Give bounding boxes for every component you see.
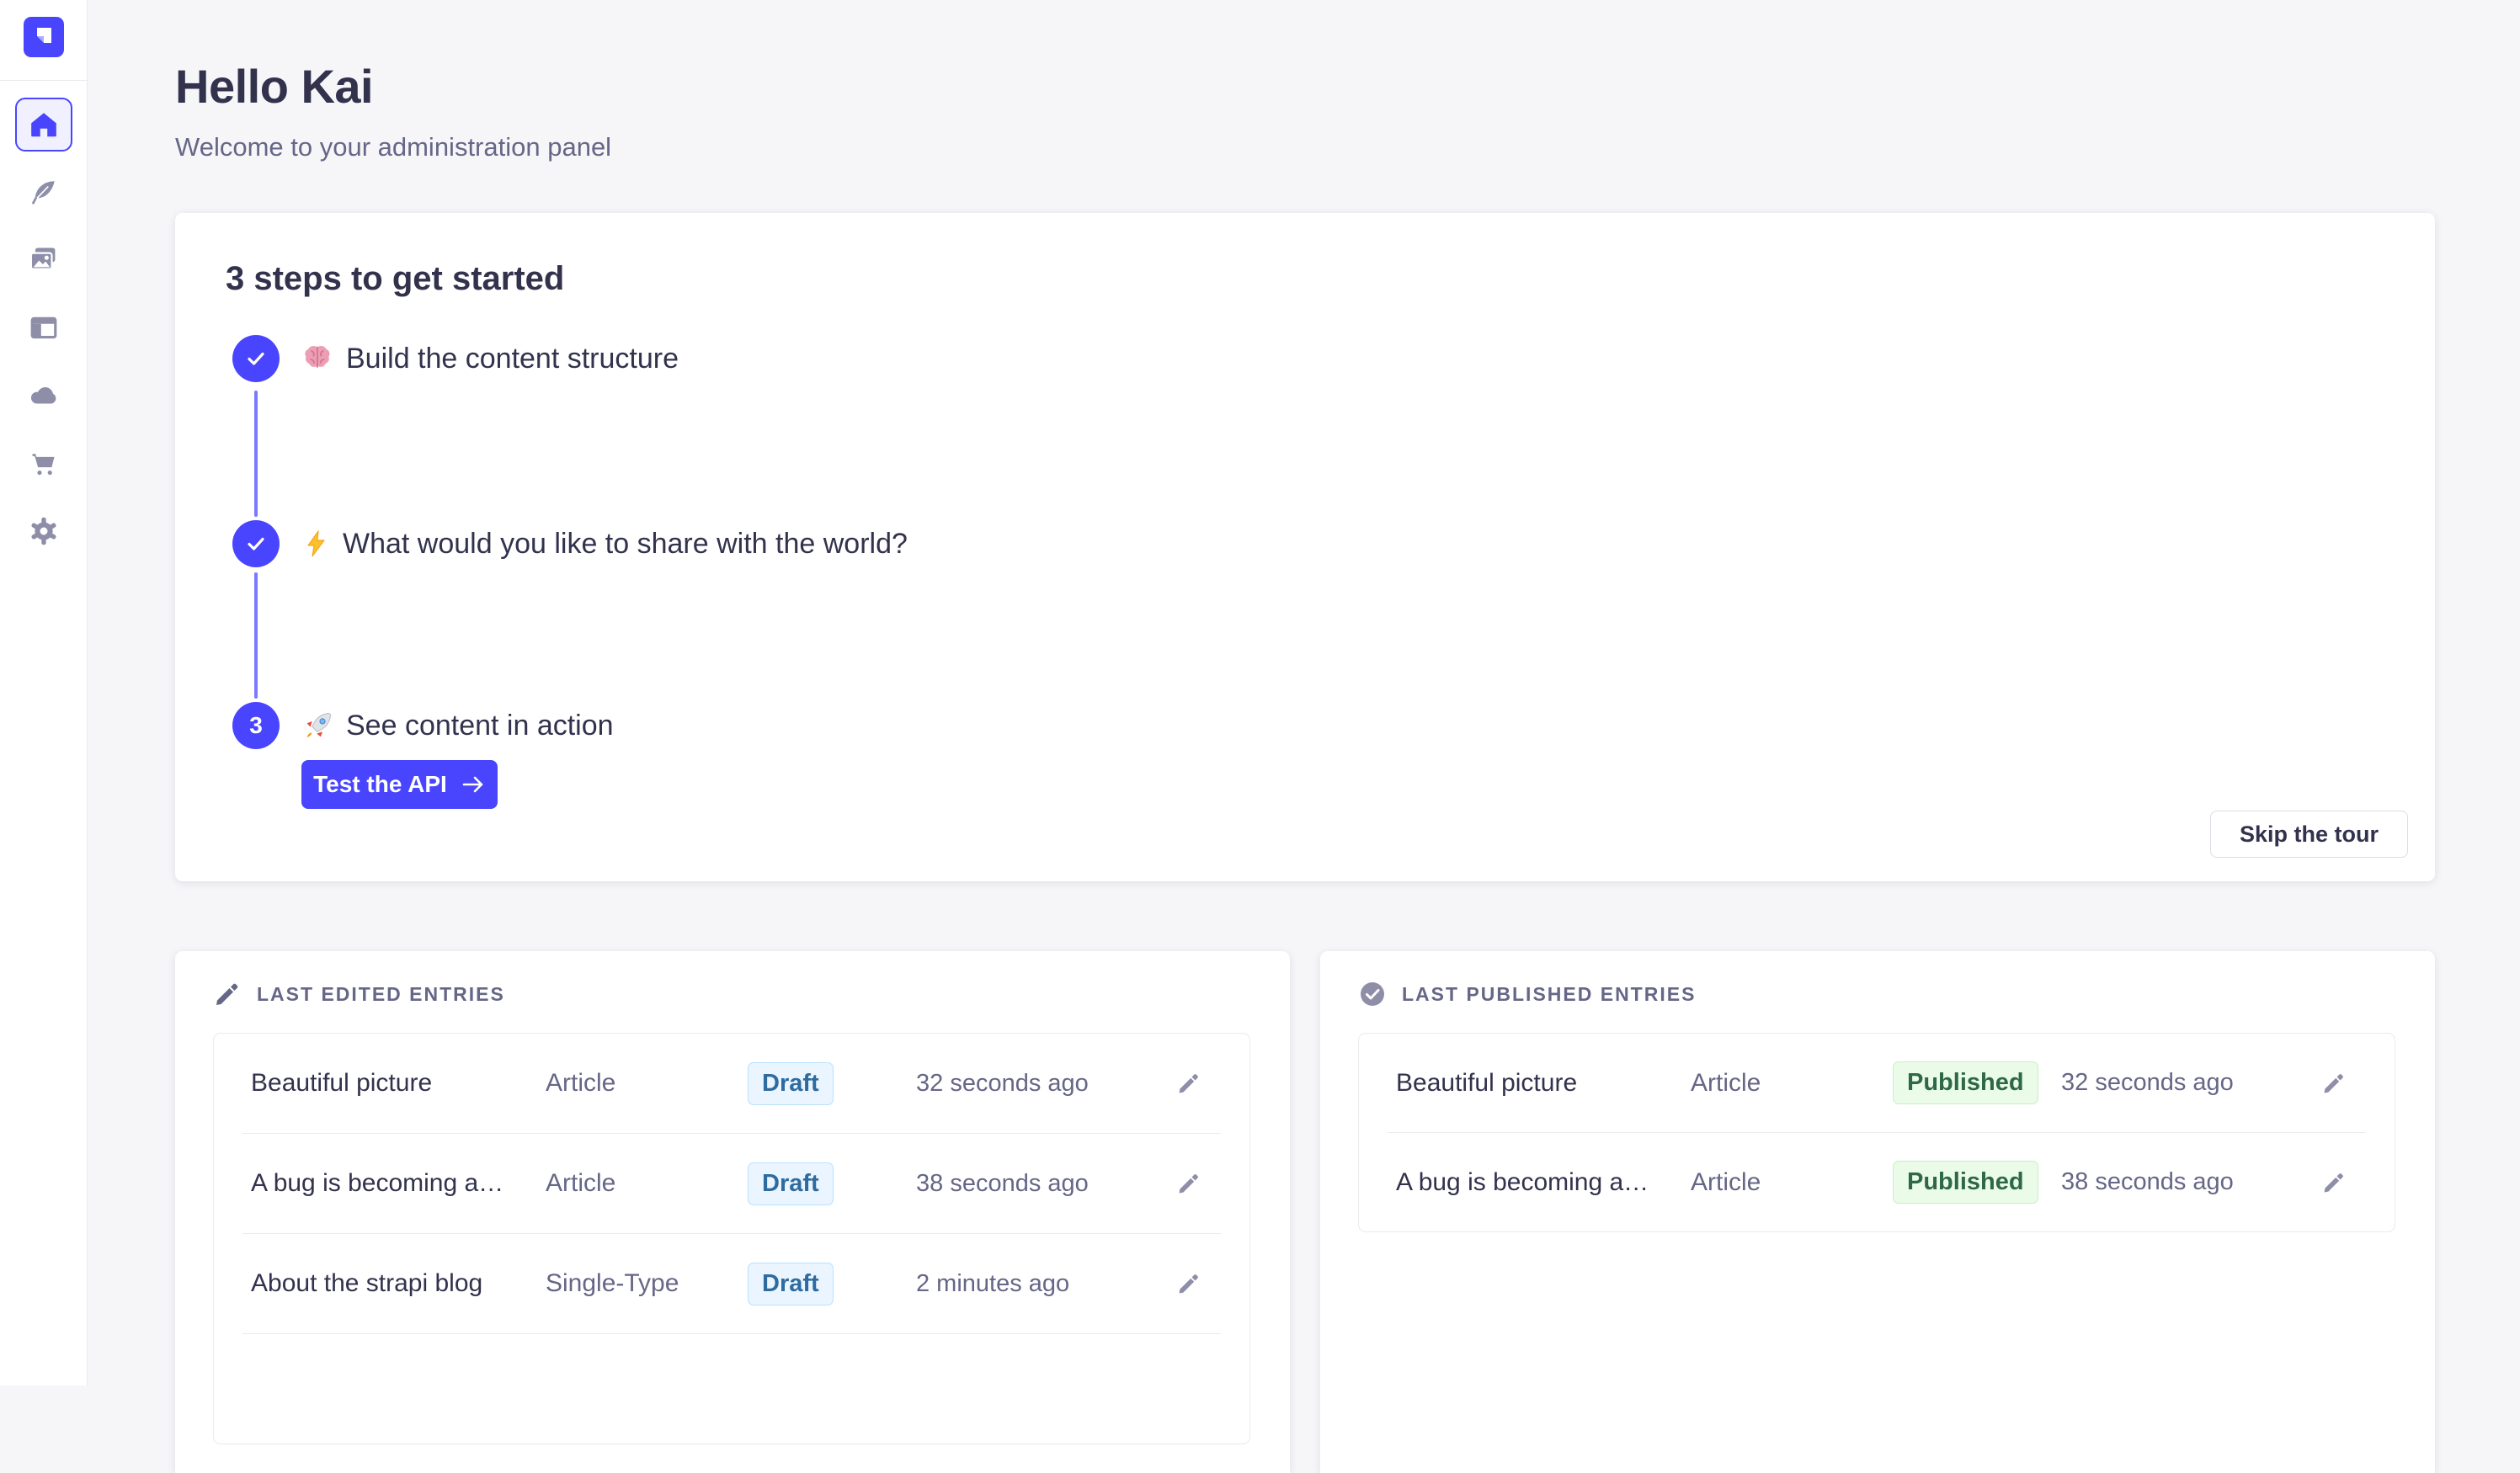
check-icon <box>243 531 269 556</box>
sidebar-item-content-manager[interactable] <box>0 163 88 222</box>
skip-tour-button[interactable]: Skip the tour <box>2210 811 2408 858</box>
rocket-emoji-icon <box>302 710 334 742</box>
strapi-logo[interactable] <box>24 17 64 57</box>
pencil-icon <box>2321 1071 2347 1096</box>
last-edited-table: Beautiful picture Article Draft 32 secon… <box>213 1033 1250 1444</box>
table-row: Beautiful picture Article Published 32 s… <box>1359 1034 2395 1132</box>
sidebar-item-media-library[interactable] <box>0 231 88 290</box>
test-api-button[interactable]: Test the API <box>301 760 498 809</box>
entry-time: 32 seconds ago <box>2061 1069 2307 1097</box>
gear-icon <box>28 515 60 547</box>
edit-entry-button[interactable] <box>1165 1060 1212 1107</box>
step-1-label: Build the content structure <box>346 343 679 375</box>
cart-icon <box>28 448 60 480</box>
strapi-logo-icon <box>24 17 64 57</box>
check-circle-icon <box>1358 980 1387 1008</box>
sidebar-item-deploy[interactable] <box>0 366 88 425</box>
edit-entry-button[interactable] <box>1165 1160 1212 1207</box>
entry-title: Beautiful picture <box>1396 1069 1691 1098</box>
step-2: What would you like to share with the wo… <box>232 520 908 567</box>
entry-title: A bug is becoming a… <box>251 1169 546 1198</box>
entry-kind: Article <box>1691 1168 1893 1197</box>
sidebar-item-settings[interactable] <box>0 502 88 561</box>
page-header: Hello Kai Welcome to your administration… <box>175 59 611 162</box>
table-row: A bug is becoming a… Article Draft 38 se… <box>214 1134 1249 1233</box>
entry-time: 32 seconds ago <box>916 1070 1162 1098</box>
onboarding-title: 3 steps to get started <box>226 260 564 298</box>
table-row: Beautiful picture Article Draft 32 secon… <box>214 1034 1249 1133</box>
brain-emoji-icon <box>302 343 334 375</box>
sidebar-item-home[interactable] <box>0 95 88 154</box>
home-active-highlight <box>15 98 72 152</box>
feather-icon <box>29 178 59 208</box>
sidebar-item-marketplace[interactable] <box>0 434 88 493</box>
status-badge: Published <box>1893 1061 2038 1104</box>
last-published-header: LAST PUBLISHED ENTRIES <box>1358 980 1696 1008</box>
entry-kind: Article <box>546 1069 748 1098</box>
last-edited-header: LAST EDITED ENTRIES <box>213 980 505 1008</box>
step-3: 3 See content in action <box>232 702 614 749</box>
step-connector <box>254 572 258 699</box>
step-2-done-indicator <box>232 520 280 567</box>
last-edited-title: LAST EDITED ENTRIES <box>257 983 505 1006</box>
entry-time: 38 seconds ago <box>916 1170 1162 1198</box>
entry-title: A bug is becoming a… <box>1396 1168 1691 1197</box>
pencil-icon <box>1176 1171 1201 1196</box>
table-filler <box>214 1334 1249 1444</box>
step-3-label: See content in action <box>346 710 614 742</box>
entry-kind: Single-Type <box>546 1269 748 1298</box>
pencil-icon <box>213 980 242 1008</box>
entry-time: 2 minutes ago <box>916 1270 1162 1298</box>
home-icon <box>29 109 59 140</box>
pencil-icon <box>2321 1170 2347 1195</box>
step-connector <box>254 391 258 517</box>
edit-entry-button[interactable] <box>2310 1159 2358 1206</box>
step-1: Build the content structure <box>232 335 679 382</box>
page-title: Hello Kai <box>175 59 611 114</box>
check-icon <box>243 346 269 371</box>
entry-kind: Article <box>546 1169 748 1198</box>
media-library-icon <box>28 244 60 276</box>
step-1-done-indicator <box>232 335 280 382</box>
arrow-right-icon <box>461 772 486 797</box>
step-3-number: 3 <box>249 712 263 739</box>
pencil-icon <box>1176 1071 1201 1096</box>
status-badge: Draft <box>748 1162 834 1205</box>
edit-entry-button[interactable] <box>1165 1260 1212 1307</box>
entry-title: Beautiful picture <box>251 1069 546 1098</box>
cloud-icon <box>28 380 60 412</box>
entry-kind: Article <box>1691 1069 1893 1098</box>
entry-time: 38 seconds ago <box>2061 1168 2307 1196</box>
last-published-widget: LAST PUBLISHED ENTRIES Beautiful picture… <box>1320 951 2435 1473</box>
sidebar <box>0 0 88 1385</box>
last-edited-widget: LAST EDITED ENTRIES Beautiful picture Ar… <box>175 951 1290 1473</box>
edit-entry-button[interactable] <box>2310 1060 2358 1107</box>
page-subtitle: Welcome to your administration panel <box>175 132 611 162</box>
table-row: About the strapi blog Single-Type Draft … <box>214 1234 1249 1333</box>
sidebar-divider <box>0 80 88 81</box>
last-published-table: Beautiful picture Article Published 32 s… <box>1358 1033 2395 1232</box>
test-api-label: Test the API <box>313 771 447 798</box>
onboarding-card: 3 steps to get started Build the content… <box>175 213 2435 881</box>
layout-icon <box>29 313 59 343</box>
step-2-label: What would you like to share with the wo… <box>343 528 908 561</box>
entry-title: About the strapi blog <box>251 1269 546 1298</box>
pencil-icon <box>1176 1271 1201 1296</box>
sidebar-item-content-type-builder[interactable] <box>0 299 88 358</box>
zap-emoji-icon <box>302 529 331 558</box>
status-badge: Draft <box>748 1263 834 1305</box>
last-published-title: LAST PUBLISHED ENTRIES <box>1402 983 1696 1006</box>
skip-tour-label: Skip the tour <box>2240 822 2379 848</box>
status-badge: Published <box>1893 1161 2038 1204</box>
step-3-number-indicator: 3 <box>232 702 280 749</box>
status-badge: Draft <box>748 1062 834 1105</box>
table-row: A bug is becoming a… Article Published 3… <box>1359 1133 2395 1231</box>
